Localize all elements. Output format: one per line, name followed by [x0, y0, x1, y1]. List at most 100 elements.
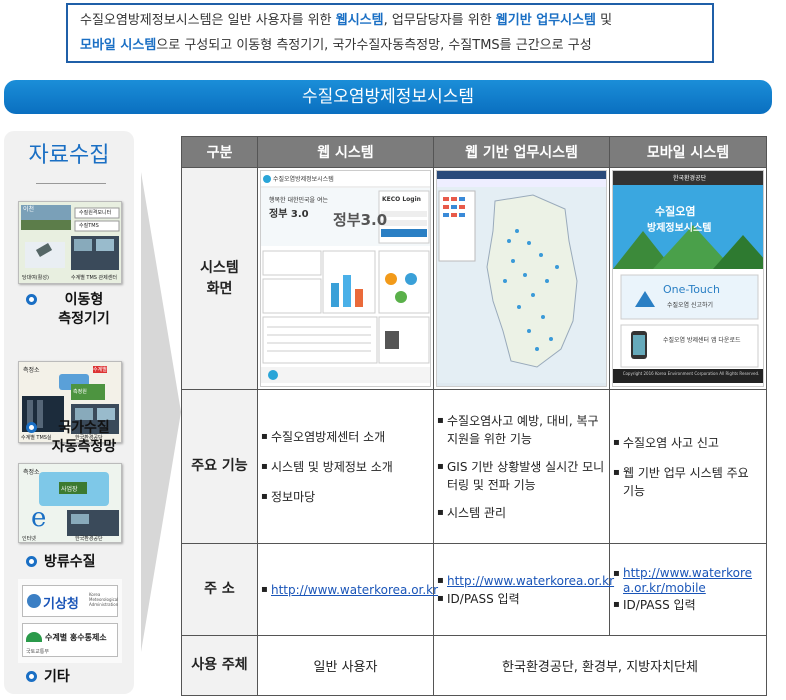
table-row-function: 주요 기능 수질오염방제센터 소개 시스템 및 방제정보 소개 정보마당 수질오… — [181, 389, 767, 544]
list-item: http://www.waterkorea.or.kr — [437, 572, 614, 590]
list-item: 수질오염사고 예방, 대비, 복구지원을 위한 기능 — [437, 412, 605, 448]
list-item: ID/PASS 입력 — [437, 590, 605, 608]
mobile-title-1: 수질오염 — [655, 205, 696, 218]
bullet-icon — [26, 671, 37, 682]
web-function-cell: 수질오염방제센터 소개 시스템 및 방제정보 소개 정보마당 — [257, 389, 434, 544]
bullet-icon — [26, 294, 37, 305]
svg-text:e: e — [31, 503, 46, 533]
table-row-address: 주 소 http://www.waterkorea.or.kr http://w… — [181, 543, 767, 636]
mobile-footer: Copyright 2016 Korea Environment Corpora… — [622, 371, 760, 376]
list-item: http://www.waterkorea.or.kr/mobile — [613, 566, 762, 596]
intro-highlight-biz: 웹기반 업무시스템 — [495, 13, 597, 28]
system-table: 구분 웹 시스템 웹 기반 업무시스템 모바일 시스템 시스템 화면 3.0 — [181, 136, 767, 696]
web-big-text: 정부3.0 — [333, 211, 388, 229]
thumb-text: 당대여(활성) — [22, 275, 49, 281]
web-screenshot: 3.0 수질오염방제정보시스템 행복한 대한민국을 여는 정부 3.0 — [260, 170, 431, 387]
list-item: 수질오염 사고 신고 — [613, 434, 762, 452]
row-label-address: 주 소 — [181, 543, 258, 636]
row-label-user: 사용 주체 — [181, 635, 258, 696]
mobile-function-cell: 수질오염 사고 신고 웹 기반 업무 시스템 주요 기능 — [609, 389, 767, 544]
group-label-text: 방류수질 — [44, 554, 96, 570]
flood-logo-mark — [26, 632, 42, 642]
flood-logo-text: 수계별 홍수통제소 — [45, 633, 107, 642]
list-item: 웹 기반 업무 시스템 주요 기능 — [613, 464, 762, 500]
header-web: 웹 시스템 — [257, 136, 434, 168]
list-item: ID/PASS 입력 — [613, 596, 762, 614]
biz-function-cell: 수질오염사고 예방, 대비, 복구지원을 위한 기능 GIS 기반 상황발생 실… — [433, 389, 610, 544]
group-label: 국가수질 자동측정망 — [26, 419, 116, 455]
thumb-text: 사업장 — [61, 486, 78, 493]
mobile-top-text: 한국환경공단 — [673, 175, 707, 182]
intro-text-1: 수질오염방제정보시스템은 일반 사용자를 위한 — [80, 13, 336, 28]
group-label-text: 이동형 측정기기 — [58, 292, 110, 327]
list-item: 시스템 및 방제정보 소개 — [261, 458, 429, 476]
group-label: 이동형 측정기기 — [26, 291, 110, 327]
header-biz: 웹 기반 업무시스템 — [433, 136, 610, 168]
flow-arrow — [141, 172, 181, 652]
bullet-icon — [26, 422, 37, 433]
web-logo-text: 수질오염방제정보시스템 — [273, 176, 334, 183]
table-row-user: 사용 주체 일반 사용자 한국환경공단, 환경부, 지방자치단체 — [181, 635, 767, 696]
flood-control-logo: 수계별 홍수통제소 국토교통부 — [22, 623, 118, 657]
web-gov-text: 정부 3.0 — [269, 209, 309, 220]
header-mobile: 모바일 시스템 — [609, 136, 767, 168]
mobile-screenshot: 한국환경공단 수질오염 방제정보시스템 One-Touch 수질오염 신고하기 … — [612, 170, 764, 387]
kma-logo: 기상청 Korea Meteorological Administration — [22, 585, 118, 617]
system-banner: 수질오염방제정보시스템 — [4, 80, 772, 114]
table-header-row: 구분 웹 시스템 웹 기반 업무시스템 모바일 시스템 — [181, 136, 767, 168]
group-label: 방류수질 — [26, 553, 96, 572]
biz-url-link[interactable]: http://www.waterkorea.or.kr — [447, 574, 614, 588]
thumb-text: 수질원격모니터 — [79, 210, 112, 216]
biz-mobile-user-cell: 한국환경공단, 환경부, 지방자치단체 — [433, 635, 767, 696]
divider — [36, 183, 106, 184]
intro-text-4: 으로 구성되고 이동형 측정기기, 국가수질자동측정망, 수질TMS를 근간으로… — [156, 38, 592, 53]
intro-text-3: 및 — [596, 13, 613, 28]
bullet-icon — [26, 556, 37, 567]
thumb-text: 이천 — [23, 206, 35, 213]
group-label-text: 기타 — [44, 669, 70, 685]
web-slogan: 행복한 대한민국을 여는 — [269, 197, 329, 204]
thumb-effluent: e 측정소 사업장 인터넷 한국환경공단 — [18, 463, 122, 543]
header-category: 구분 — [181, 136, 258, 168]
row-label-function: 주요 기능 — [181, 389, 258, 544]
mobile-url-link[interactable]: http://www.waterkorea.or.kr/mobile — [623, 566, 752, 595]
group-label-text: 국가수질 자동측정망 — [51, 420, 117, 455]
intro-text-2: , 업무담당자를 위한 — [383, 13, 496, 28]
thumb-text: 수질TMS — [79, 223, 99, 229]
list-item: 시스템 관리 — [437, 504, 605, 522]
row-label-screen: 시스템 화면 — [181, 167, 258, 390]
biz-screenshot — [436, 170, 607, 387]
thumb-text: 측정소 — [23, 367, 40, 374]
flood-logo-sub: 국토교통부 — [26, 649, 50, 655]
list-item: http://www.waterkorea.or.kr — [261, 581, 438, 599]
biz-address-cell: http://www.waterkorea.or.kr ID/PASS 입력 — [433, 543, 614, 636]
group-label: 기타 — [26, 668, 70, 687]
intro-highlight-mobile: 모바일 시스템 — [80, 38, 157, 53]
web-address-cell: http://www.waterkorea.or.kr — [257, 543, 438, 636]
thumb-text: 측정소 — [23, 469, 40, 476]
intro-box: 수질오염방제정보시스템은 일반 사용자를 위한 웹시스템, 업무담당자를 위한 … — [66, 3, 714, 63]
list-item: 정보마당 — [261, 488, 429, 506]
mobile-app-download: 수질오염 방제센터 앱 다운로드 — [663, 337, 741, 344]
thumb-text: 인터넷 — [22, 536, 36, 542]
gis-map-art — [437, 171, 606, 383]
web-url-link[interactable]: http://www.waterkorea.or.kr — [271, 583, 438, 597]
mobile-address-cell: http://www.waterkorea.or.kr/mobile ID/PA… — [609, 543, 767, 636]
kma-logo-mark — [27, 594, 41, 608]
thumb-other: 기상청 Korea Meteorological Administration … — [18, 579, 122, 663]
mobile-onetouch: One-Touch — [663, 283, 720, 296]
thumb-mobile-devices: 이천 수질원격모니터 수질TMS 당대여(활성) 수계별 TMS 관제센터 — [18, 201, 122, 284]
mobile-title-2: 방제정보시스템 — [647, 223, 712, 234]
kma-logo-text: 기상청 — [43, 597, 79, 612]
thumb-text: 수계별 — [93, 366, 107, 373]
thumb-text: 한국환경공단 — [75, 536, 103, 542]
mobile-screenshot-cell: 한국환경공단 수질오염 방제정보시스템 One-Touch 수질오염 신고하기 … — [609, 167, 767, 390]
mobile-onetouch-sub: 수질오염 신고하기 — [667, 302, 714, 309]
kma-logo-sub: Korea Meteorological Administration — [89, 592, 119, 607]
data-collection-panel: 자료수집 이천 수질원격모니터 수질TMS 당대여(활성) 수계별 TMS 관제… — [4, 131, 134, 694]
thumb-text: 측정원 — [73, 389, 87, 395]
web-screenshot-cell: 3.0 수질오염방제정보시스템 행복한 대한민국을 여는 정부 3.0 — [257, 167, 434, 390]
web-login-text: KECO Login — [382, 196, 421, 203]
list-item: GIS 기반 상황발생 실시간 모니터링 및 전파 기능 — [437, 458, 605, 494]
biz-screenshot-cell — [433, 167, 610, 390]
